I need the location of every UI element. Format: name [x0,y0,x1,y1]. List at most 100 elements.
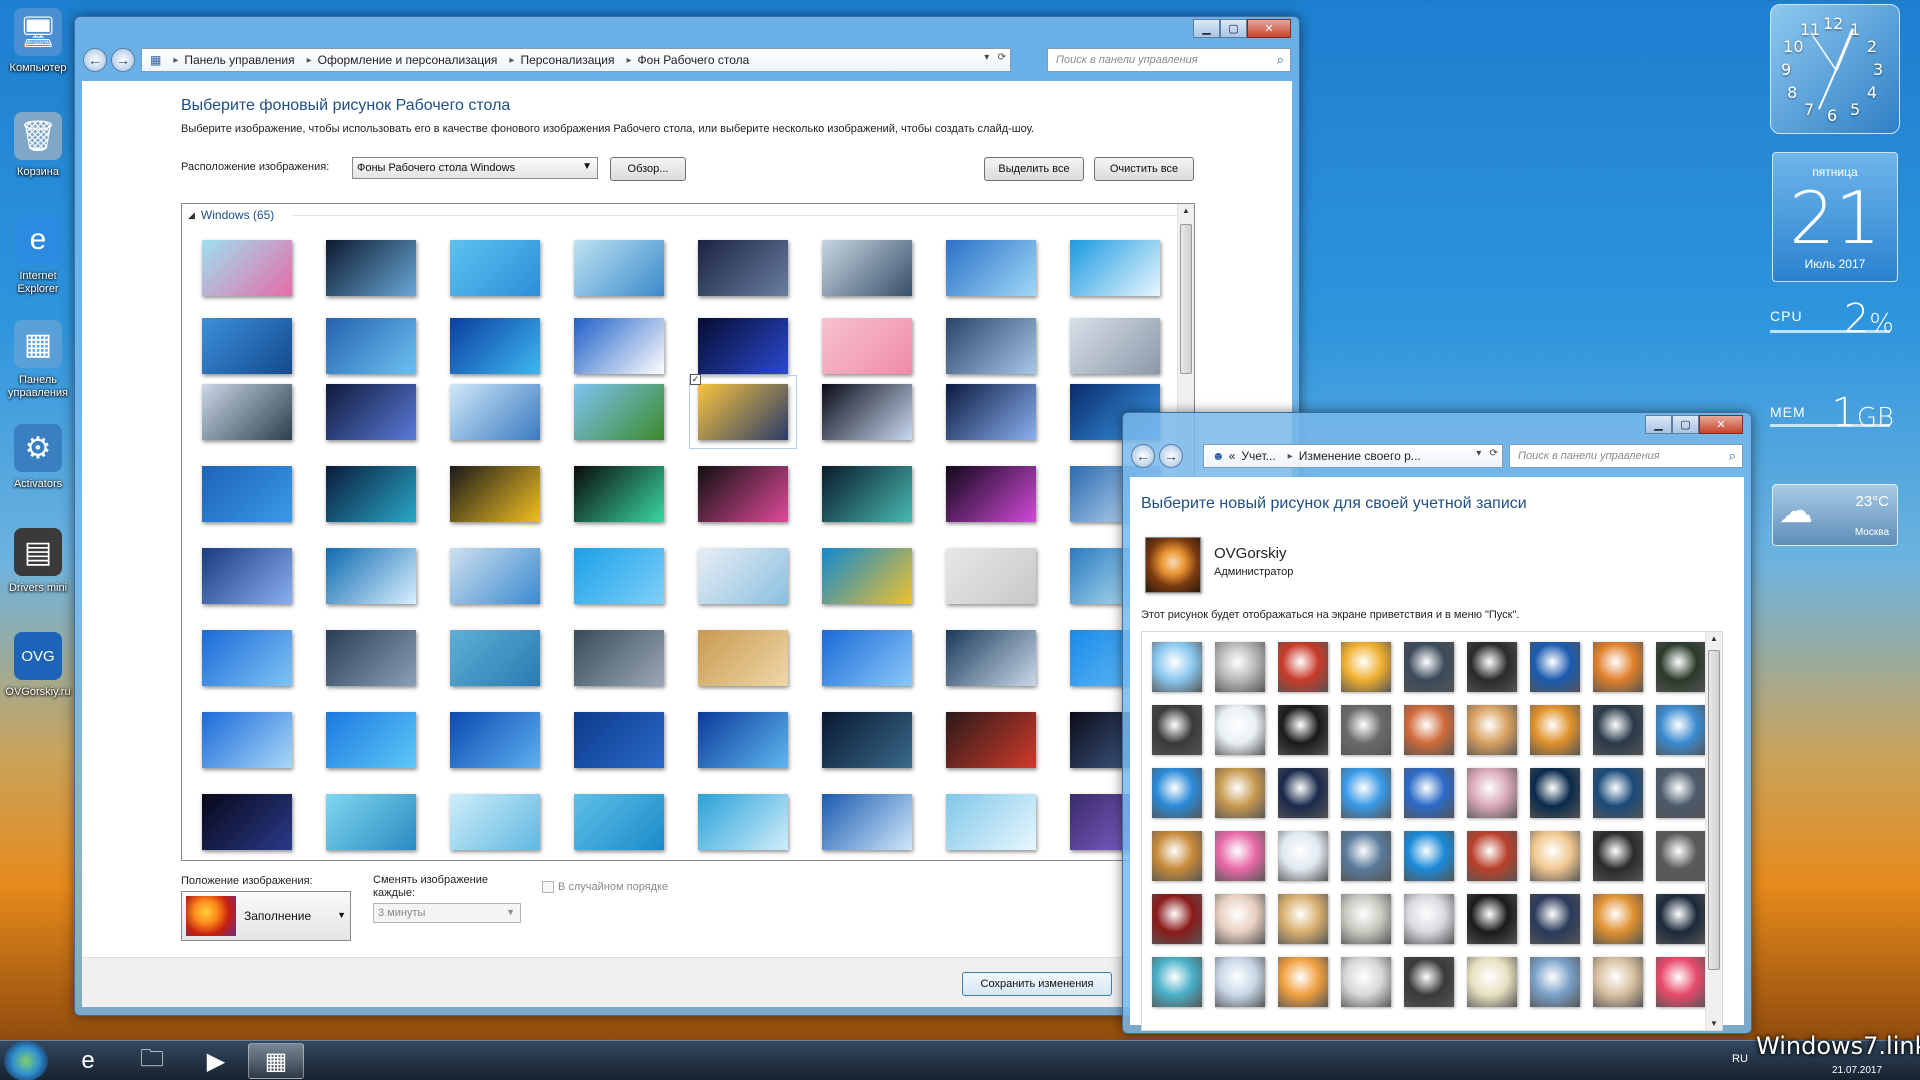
wallpaper-thumbnail[interactable] [326,712,416,768]
wallpaper-thumbnail[interactable] [202,548,292,604]
account-picture-option[interactable] [1467,705,1517,755]
account-picture-option[interactable] [1215,831,1265,881]
wallpaper-thumbnail[interactable] [574,466,664,522]
wallpaper-thumbnail[interactable] [946,794,1036,850]
account-picture-option[interactable] [1215,768,1265,818]
wallpaper-thumbnail[interactable] [202,794,292,850]
wallpaper-thumbnail[interactable] [822,240,912,296]
account-picture-option[interactable] [1593,705,1643,755]
account-picture-option[interactable] [1215,894,1265,944]
search-icon[interactable]: ⌕ [1729,448,1736,464]
desktop-icon[interactable]: 🗑 Корзина [0,104,76,208]
search-icon[interactable]: ⌕ [1277,52,1284,68]
calendar-gadget[interactable]: пятница 21 Июль 2017 [1772,152,1898,282]
account-picture-option[interactable] [1341,894,1391,944]
wallpaper-thumbnail[interactable] [574,384,664,440]
desktop-icon[interactable]: ▦ Панель управления [0,312,76,416]
breadcrumb-item[interactable]: Изменение своего р... [1299,449,1421,463]
account-picture-option[interactable] [1593,894,1643,944]
account-picture-option[interactable] [1530,957,1580,1007]
wallpaper-thumbnail[interactable] [822,630,912,686]
search-input[interactable]: Поиск в панели управления ⌕ [1509,444,1743,468]
breadcrumb-item[interactable]: Персонализация [520,53,614,67]
wallpaper-thumbnail[interactable] [574,240,664,296]
explorer-folder-icon[interactable]: 🗀 [124,1043,180,1079]
account-picture-option[interactable] [1593,831,1643,881]
desktop-icon[interactable]: ⚙ Activators [0,416,76,520]
account-picture-option[interactable] [1341,705,1391,755]
account-picture-option[interactable] [1467,831,1517,881]
wallpaper-thumbnail[interactable] [326,548,416,604]
wallpaper-thumbnail[interactable] [822,318,912,374]
wallpaper-thumbnail[interactable] [450,794,540,850]
wallpaper-thumbnail[interactable] [822,712,912,768]
wallpaper-thumbnail[interactable] [574,630,664,686]
account-picture-option[interactable] [1467,642,1517,692]
weather-gadget[interactable]: ☁ 23°C Москва [1772,484,1898,546]
account-picture-option[interactable] [1656,705,1706,755]
checkbox-checked-icon[interactable]: ✓ [690,374,701,385]
account-picture-option[interactable] [1404,894,1454,944]
clock-gadget[interactable]: 12 1 2 3 4 5 6 7 8 9 10 11 [1770,4,1900,134]
location-select[interactable]: Фоны Рабочего стола Windows ▼ [352,157,598,179]
account-picture-option[interactable] [1404,768,1454,818]
wallpaper-thumbnail[interactable] [946,466,1036,522]
title-bar[interactable]: ▁ ▢ ✕ [1123,413,1751,441]
account-picture-option[interactable] [1152,957,1202,1007]
forward-button[interactable]: → [1159,444,1183,468]
refresh-icon[interactable]: ▾ ⟳ [1476,448,1498,459]
account-picture-option[interactable] [1656,768,1706,818]
wallpaper-thumbnail[interactable] [326,384,416,440]
back-button[interactable]: ← [1131,444,1155,468]
wallpaper-thumbnail[interactable] [202,630,292,686]
account-picture-option[interactable] [1467,957,1517,1007]
wallpaper-thumbnail[interactable] [450,318,540,374]
wallpaper-thumbnail[interactable] [202,318,292,374]
minimize-button[interactable]: ▁ [1193,19,1220,38]
breadcrumb-item[interactable]: Учет... [1241,449,1275,463]
breadcrumb-item[interactable]: Фон Рабочего стола [638,53,750,67]
account-picture-option[interactable] [1467,894,1517,944]
vertical-scrollbar[interactable]: ▲ ▼ [1705,632,1722,1030]
account-picture-option[interactable] [1278,894,1328,944]
wallpaper-thumbnail[interactable]: ✓ [689,374,797,449]
save-changes-button[interactable]: Сохранить изменения [962,972,1112,996]
scroll-up-icon[interactable]: ▲ [1710,634,1718,643]
account-picture-option[interactable] [1530,831,1580,881]
control-panel-task-icon[interactable]: ▦ [248,1043,304,1079]
account-picture-option[interactable] [1593,957,1643,1007]
wallpaper-thumbnail[interactable] [450,712,540,768]
wallpaper-thumbnail[interactable] [450,548,540,604]
wallpaper-thumbnail[interactable] [822,466,912,522]
language-indicator[interactable]: RU [1732,1053,1748,1065]
account-picture-option[interactable] [1215,957,1265,1007]
account-picture-option[interactable] [1656,894,1706,944]
maximize-button[interactable]: ▢ [1220,19,1247,38]
close-button[interactable]: ✕ [1247,19,1291,38]
back-button[interactable]: ← [83,48,107,72]
desktop-icon[interactable]: 🖥 Компьютер [0,0,76,104]
account-picture-option[interactable] [1278,831,1328,881]
account-picture-option[interactable] [1152,768,1202,818]
wallpaper-thumbnail[interactable] [946,240,1036,296]
account-picture-option[interactable] [1467,768,1517,818]
desktop-icon[interactable]: OVG OVGorskiy.ru [0,624,76,728]
wallpaper-thumbnail[interactable] [202,712,292,768]
wallpaper-thumbnail[interactable] [326,466,416,522]
account-picture-option[interactable] [1593,642,1643,692]
account-picture-option[interactable] [1656,957,1706,1007]
account-picture-option[interactable] [1404,705,1454,755]
media-player-icon[interactable]: ▶ [188,1043,244,1079]
wallpaper-thumbnail[interactable] [574,548,664,604]
wallpaper-thumbnail[interactable] [946,384,1036,440]
wallpaper-thumbnail[interactable] [574,712,664,768]
wallpaper-thumbnail[interactable] [698,240,788,296]
breadcrumb-item[interactable]: Панель управления [184,53,294,67]
wallpaper-thumbnail[interactable] [698,630,788,686]
account-picture-option[interactable] [1530,894,1580,944]
address-bar[interactable]: ▦ ▸ Панель управления ▸ Оформление и пер… [141,48,1011,72]
account-picture-option[interactable] [1215,705,1265,755]
scroll-down-icon[interactable]: ▼ [1710,1019,1718,1028]
account-picture-option[interactable] [1278,642,1328,692]
account-picture-option[interactable] [1404,831,1454,881]
